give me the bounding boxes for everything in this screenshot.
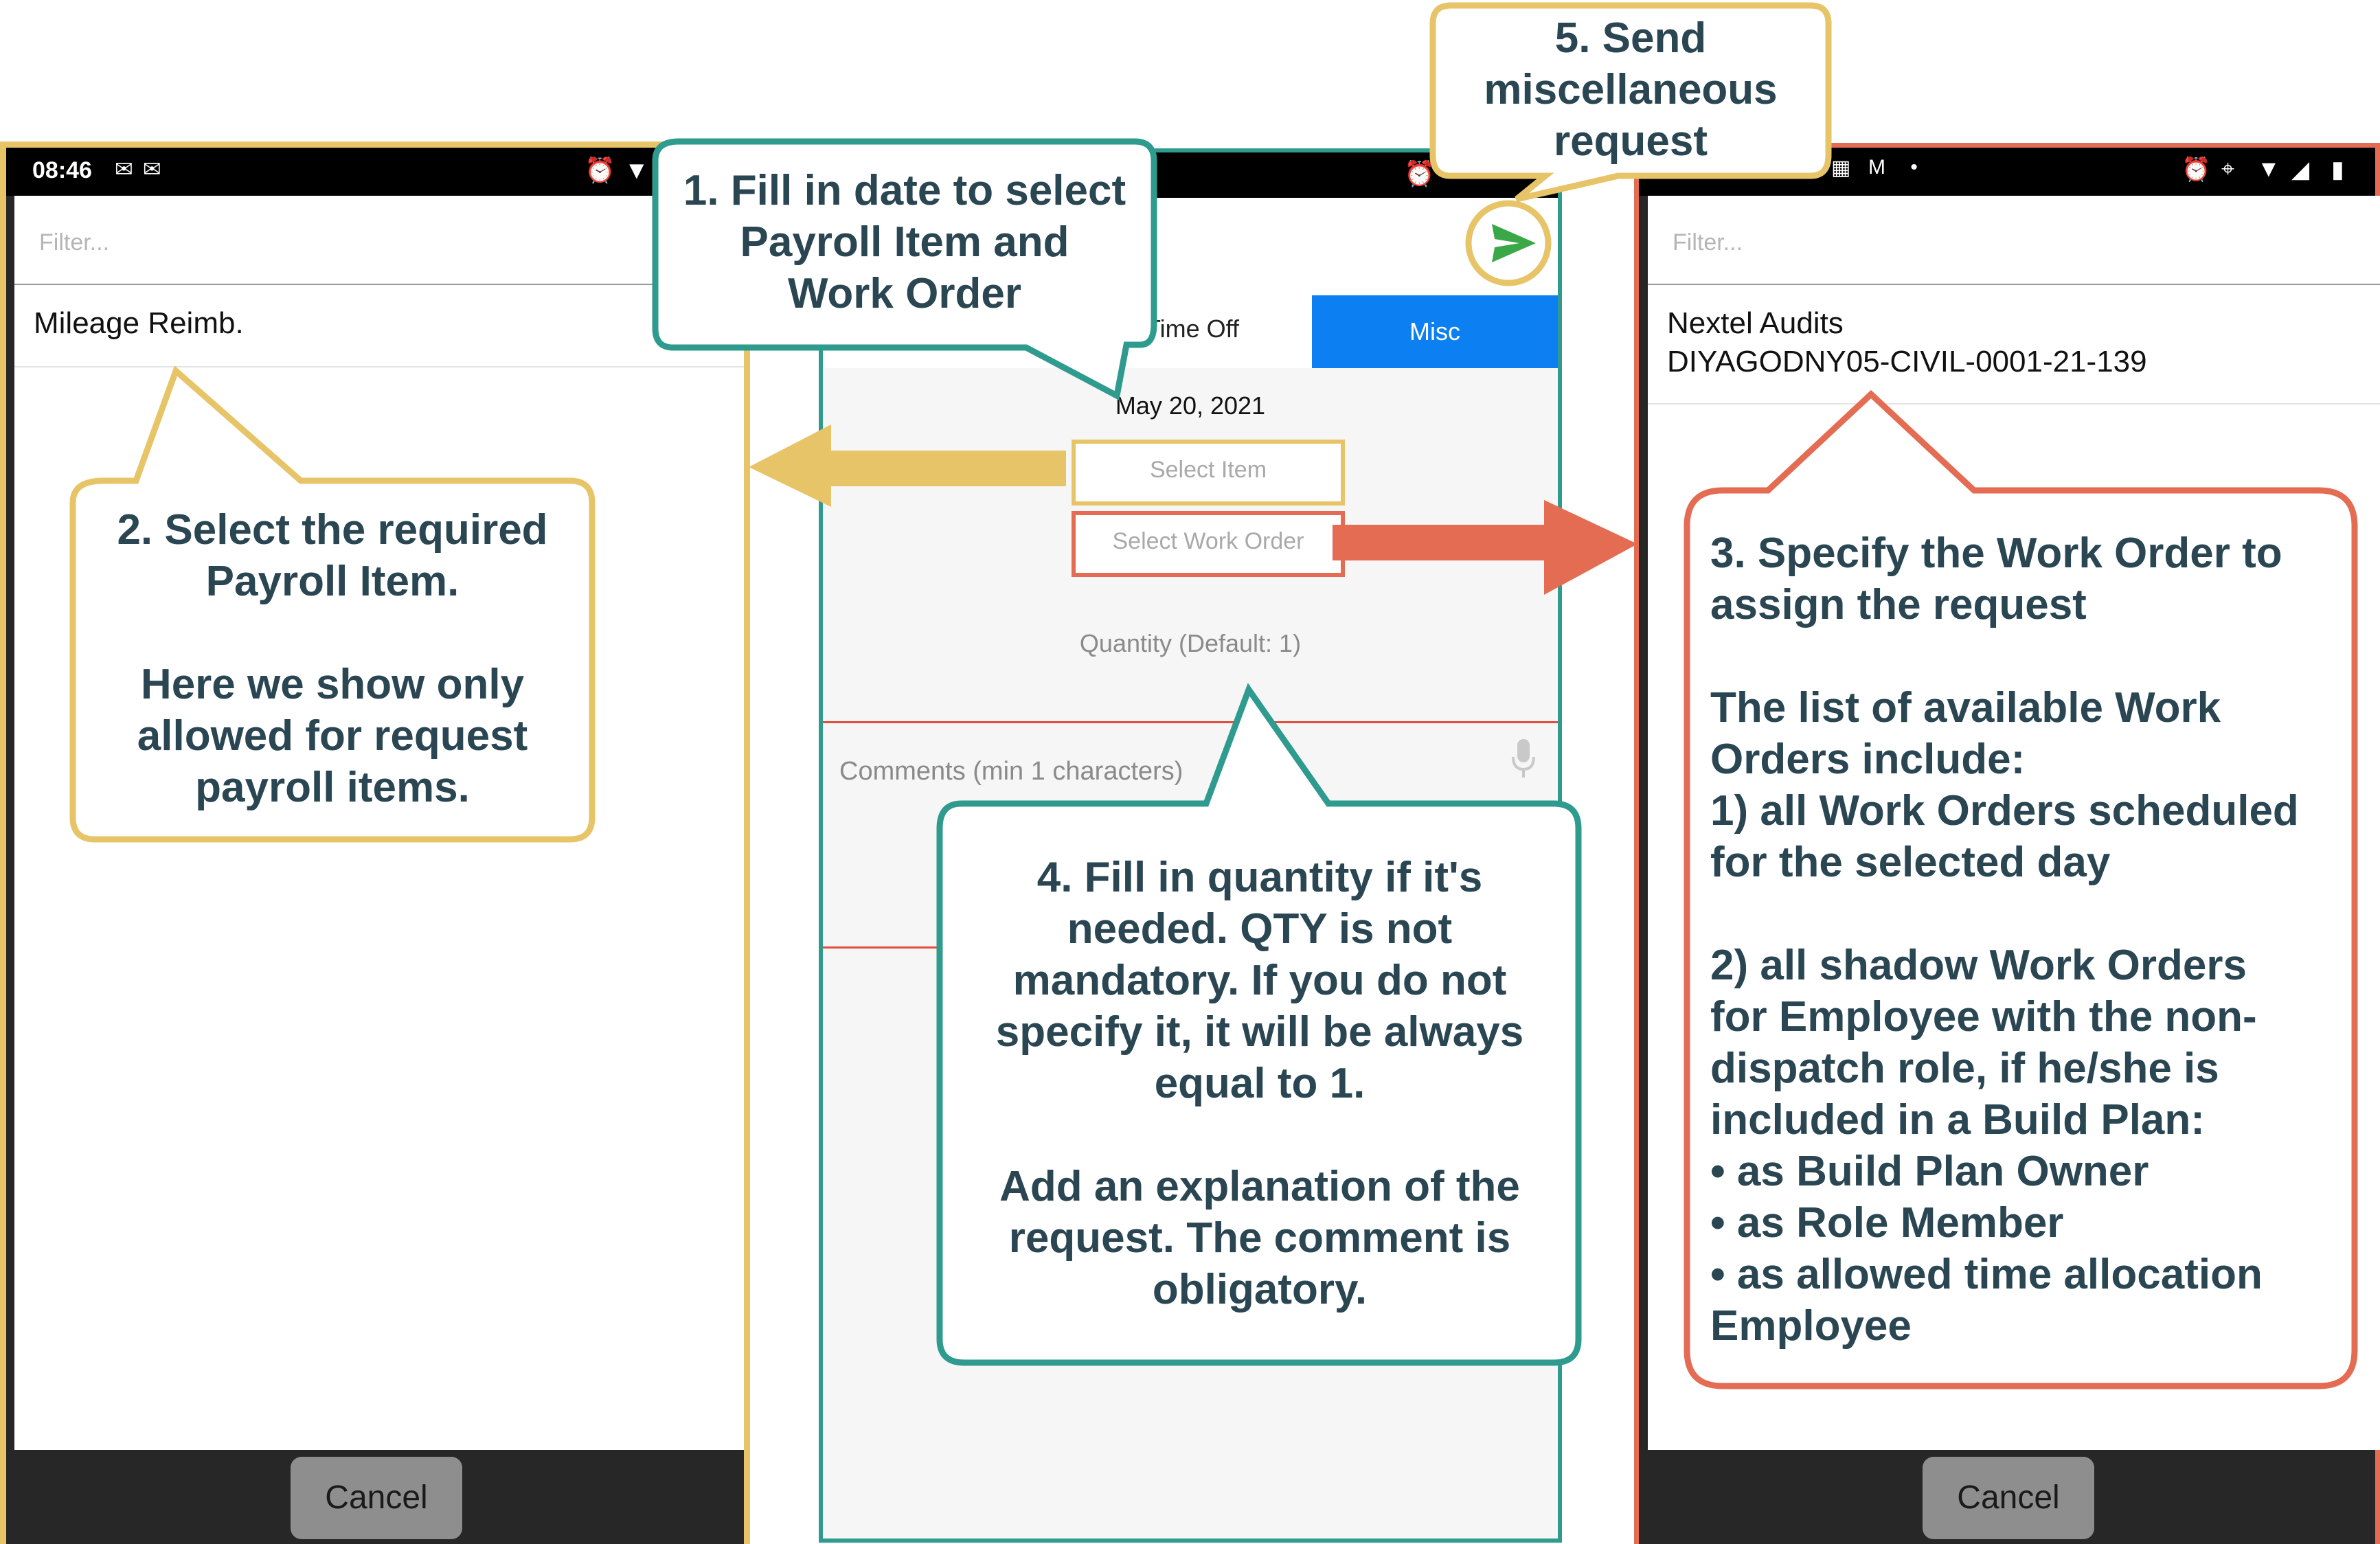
callout-step1-text: 1. Fill in date to select Payroll Item a… [683, 167, 1126, 317]
left-arrow [749, 424, 1066, 507]
right-arrow [1333, 500, 1637, 595]
callout-step3-text: 3. Specify the Work Order to assign the … [1710, 530, 2299, 1350]
callout-step5-text: 5. Send miscellaneous request [1484, 14, 1778, 165]
callout-step2-text: 2. Select the required Payroll Item. Her… [117, 506, 548, 811]
send-highlight [1465, 200, 1552, 286]
callout-step4-text: 4. Fill in quantity if it's needed. QTY … [995, 854, 1524, 1313]
